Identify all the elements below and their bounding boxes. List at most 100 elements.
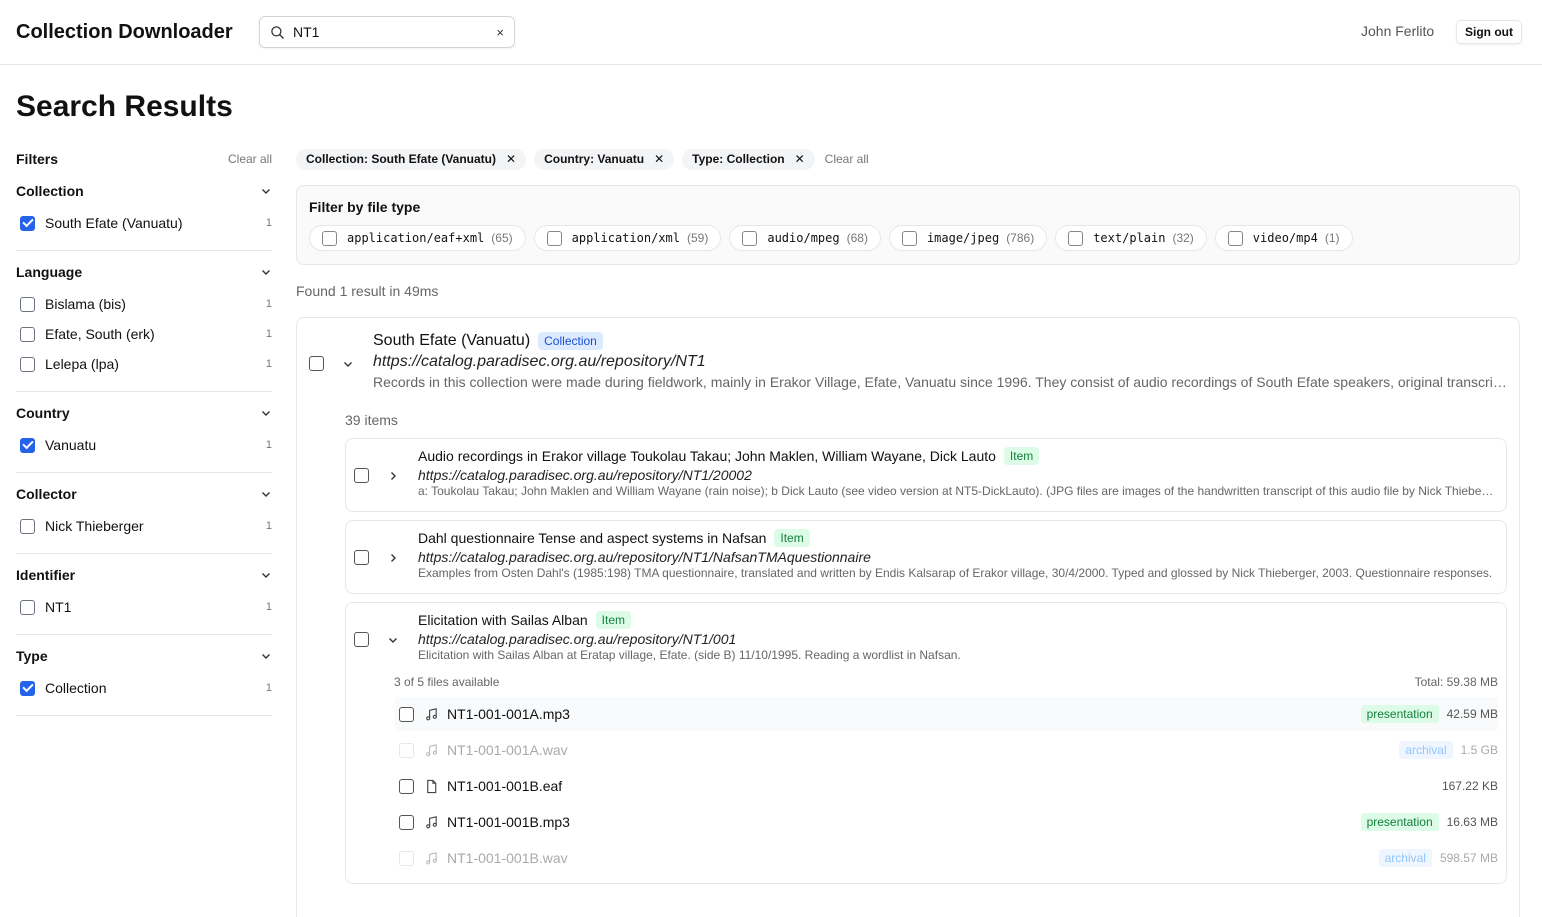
filter-option[interactable]: Vanuatu 1 bbox=[16, 430, 272, 460]
file-checkbox[interactable] bbox=[399, 814, 414, 830]
result-description: Records in this collection were made dur… bbox=[373, 374, 1508, 390]
file-type-count: (65) bbox=[491, 231, 513, 245]
result-url[interactable]: https://catalog.paradisec.org.au/reposit… bbox=[373, 353, 1508, 371]
files-available: 3 of 5 files available bbox=[394, 675, 500, 689]
item-title[interactable]: Elicitation with Sailas Alban bbox=[418, 612, 588, 628]
item-badge: Item bbox=[774, 529, 810, 547]
file-type-checkbox[interactable] bbox=[322, 230, 337, 246]
filter-option-label: Nick Thieberger bbox=[45, 518, 144, 534]
file-type-option[interactable]: image/jpeg (786) bbox=[888, 225, 1048, 251]
filter-checkbox[interactable] bbox=[20, 437, 35, 453]
remove-chip-icon[interactable]: ✕ bbox=[795, 152, 805, 166]
file-type-option[interactable]: text/plain (32) bbox=[1055, 225, 1207, 251]
chevron-right-icon[interactable] bbox=[387, 470, 399, 482]
active-filters: Collection: South Efate (Vanuatu) ✕ Countr… bbox=[296, 148, 1520, 170]
remove-chip-icon[interactable]: ✕ bbox=[506, 152, 516, 166]
filter-option[interactable]: Lelepa (lpa) 1 bbox=[16, 349, 272, 379]
file-size: 598.57 MB bbox=[1439, 851, 1498, 865]
item-checkbox[interactable] bbox=[354, 468, 369, 483]
filter-option[interactable]: Bislama (bis) 1 bbox=[16, 289, 272, 319]
result-title[interactable]: South Efate (Vanuatu) bbox=[373, 332, 530, 350]
file-row[interactable]: NT1-001-001B.eaf 167.22 KB bbox=[394, 769, 1498, 803]
active-filter-chip: Country: Vanuatu ✕ bbox=[534, 148, 675, 170]
chevron-down-icon[interactable] bbox=[260, 569, 272, 581]
active-filter-chip: Type: Collection ✕ bbox=[682, 148, 815, 170]
filter-group-header[interactable]: Identifier bbox=[16, 566, 272, 584]
clear-all-filters[interactable]: Clear all bbox=[825, 152, 869, 166]
item-url[interactable]: https://catalog.paradisec.org.au/reposit… bbox=[418, 467, 1496, 483]
search-icon bbox=[271, 25, 284, 39]
filter-checkbox[interactable] bbox=[20, 326, 35, 342]
file-type-name: audio/mpeg bbox=[767, 231, 840, 245]
file-row[interactable]: NT1-001-001A.mp3 presentation 42.59 MB bbox=[394, 697, 1498, 731]
item-checkbox[interactable] bbox=[354, 632, 369, 647]
filters-header: Filters Clear all bbox=[16, 150, 272, 168]
remove-chip-icon[interactable]: ✕ bbox=[654, 152, 664, 166]
file-type-checkbox[interactable] bbox=[1068, 230, 1084, 246]
result-card: South Efate (Vanuatu) Collection https:/… bbox=[296, 317, 1520, 917]
file-icon bbox=[427, 779, 437, 793]
filter-option[interactable]: Nick Thieberger 1 bbox=[16, 511, 272, 541]
item-title[interactable]: Audio recordings in Erakor village Touko… bbox=[418, 448, 996, 464]
file-type-checkbox[interactable] bbox=[901, 230, 917, 246]
file-type-option[interactable]: audio/mpeg (68) bbox=[729, 225, 881, 251]
item-url[interactable]: https://catalog.paradisec.org.au/reposit… bbox=[418, 549, 1496, 565]
chip-label: Collection: South Efate (Vanuatu) bbox=[306, 152, 497, 166]
music-note-icon bbox=[426, 743, 437, 756]
filter-checkbox[interactable] bbox=[20, 296, 35, 312]
result-checkbox[interactable] bbox=[309, 356, 324, 371]
filter-checkbox[interactable] bbox=[20, 680, 35, 696]
chevron-right-icon[interactable] bbox=[387, 552, 399, 564]
file-type-checkbox[interactable] bbox=[1227, 230, 1243, 246]
item-title[interactable]: Dahl questionnaire Tense and aspect syst… bbox=[418, 530, 766, 546]
file-type-option[interactable]: video/mp4 (1) bbox=[1214, 225, 1353, 251]
file-type-title: Filter by file type bbox=[309, 199, 421, 215]
file-type-option[interactable]: application/xml (59) bbox=[533, 225, 722, 251]
search-box[interactable]: × bbox=[259, 16, 515, 48]
chevron-down-icon[interactable] bbox=[260, 185, 272, 197]
clear-search-button[interactable]: × bbox=[496, 25, 504, 40]
filter-option-count: 1 bbox=[265, 520, 272, 532]
filter-group-header[interactable]: Collector bbox=[16, 485, 272, 503]
filters-clear-all[interactable]: Clear all bbox=[228, 152, 272, 166]
filter-checkbox[interactable] bbox=[20, 215, 35, 231]
filter-option[interactable]: Efate, South (erk) 1 bbox=[16, 319, 272, 349]
filter-group-header[interactable]: Language bbox=[16, 263, 272, 281]
filter-checkbox[interactable] bbox=[20, 518, 35, 534]
chevron-down-icon[interactable] bbox=[260, 407, 272, 419]
file-row: NT1-001-001A.wav archival 1.5 GB bbox=[394, 733, 1498, 767]
filter-checkbox[interactable] bbox=[20, 356, 35, 372]
file-type-count: (1) bbox=[1324, 231, 1340, 245]
file-checkbox[interactable] bbox=[399, 706, 414, 722]
chevron-down-icon[interactable] bbox=[260, 650, 272, 662]
filter-option-count: 1 bbox=[265, 298, 272, 310]
filter-option[interactable]: South Efate (Vanuatu) 1 bbox=[16, 208, 272, 238]
item-card: Dahl questionnaire Tense and aspect syst… bbox=[345, 520, 1507, 594]
file-row[interactable]: NT1-001-001B.mp3 presentation 16.63 MB bbox=[394, 805, 1498, 839]
filter-option[interactable]: Collection 1 bbox=[16, 673, 272, 703]
filter-option-label: Lelepa (lpa) bbox=[45, 356, 119, 372]
item-description: Examples from Osten Dahl's (1985:198) TM… bbox=[418, 566, 1493, 580]
chevron-down-icon[interactable] bbox=[260, 488, 272, 500]
filter-checkbox[interactable] bbox=[20, 599, 35, 615]
file-type-checkbox[interactable] bbox=[742, 230, 758, 246]
item-url[interactable]: https://catalog.paradisec.org.au/reposit… bbox=[418, 631, 1496, 647]
search-input[interactable] bbox=[293, 24, 497, 40]
filter-option-label: South Efate (Vanuatu) bbox=[45, 215, 183, 231]
chevron-down-icon[interactable] bbox=[260, 266, 272, 278]
chevron-down-icon[interactable] bbox=[387, 634, 399, 646]
filter-option-label: NT1 bbox=[45, 599, 72, 615]
filter-option[interactable]: NT1 1 bbox=[16, 592, 272, 622]
filter-group-header[interactable]: Collection bbox=[16, 182, 272, 200]
filter-group-header[interactable]: Country bbox=[16, 404, 272, 422]
file-checkbox[interactable] bbox=[399, 778, 414, 794]
filter-option-count: 1 bbox=[265, 217, 272, 229]
file-type-checkbox[interactable] bbox=[546, 230, 562, 246]
file-type-option[interactable]: application/eaf+xml (65) bbox=[309, 225, 526, 251]
item-checkbox[interactable] bbox=[354, 550, 369, 565]
results-summary: Found 1 result in 49ms bbox=[296, 283, 439, 299]
filter-group-collection: Collection South Efate (Vanuatu) 1 bbox=[16, 168, 272, 251]
sign-out-button[interactable]: Sign out bbox=[1456, 20, 1522, 44]
chevron-down-icon[interactable] bbox=[342, 358, 354, 370]
filter-group-header[interactable]: Type bbox=[16, 647, 272, 665]
